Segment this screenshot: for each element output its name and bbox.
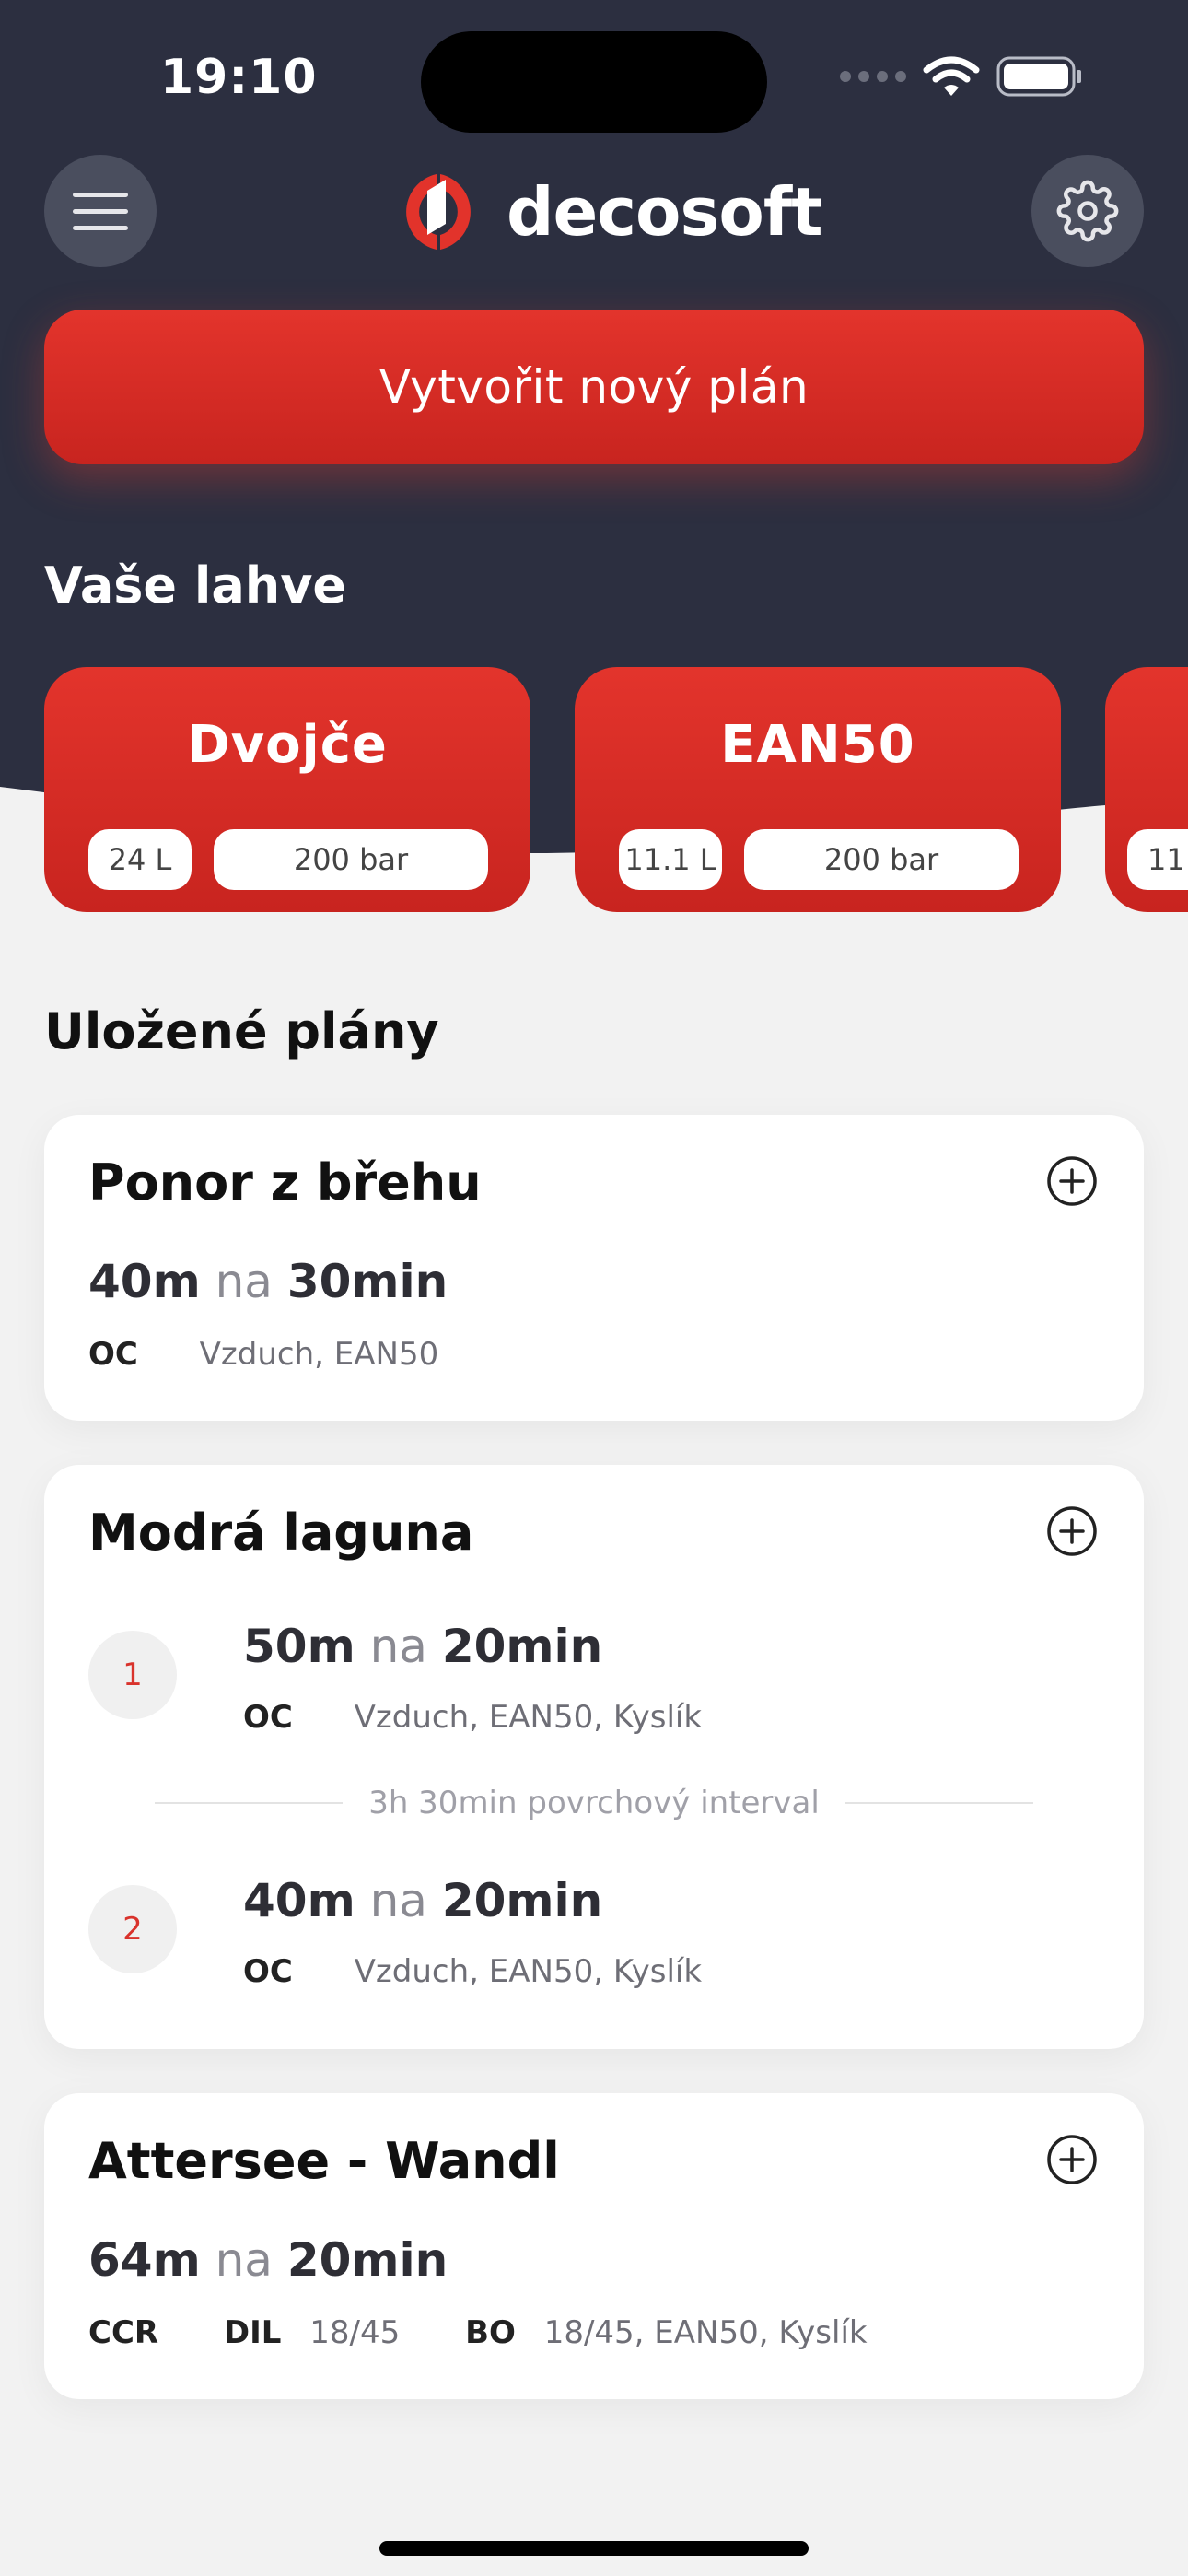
dive-depth: 40m <box>88 1255 201 1308</box>
dive-summary: 64m na 20min <box>88 2233 448 2287</box>
bottle-card[interactable]: Dvojče 24 L 200 bar <box>44 667 530 912</box>
bottle-card[interactable]: EAN50 11.1 L 200 bar <box>575 667 1061 912</box>
divider-line <box>844 1802 1034 1804</box>
dive-depth: 64m <box>88 2233 201 2287</box>
bottle-card[interactable]: 11 <box>1105 667 1188 912</box>
app-name: decosoft <box>507 173 823 251</box>
battery-icon <box>996 56 1081 97</box>
dive-summary: 40m na 30min <box>88 1255 448 1308</box>
settings-button[interactable] <box>1031 155 1144 267</box>
dive-number-badge: 2 <box>88 1885 177 1973</box>
plus-circle-icon[interactable] <box>1046 1155 1098 1207</box>
plus-circle-icon[interactable] <box>1046 2134 1098 2185</box>
dive-details: OC Vzduch, EAN50, Kyslík <box>243 1699 702 1736</box>
bailout-label: BO <box>465 2314 516 2351</box>
bailout-gases: 18/45, EAN50, Kyslík <box>543 2314 868 2351</box>
dive-gases: Vzduch, EAN50, Kyslík <box>354 1699 703 1736</box>
dive-na: na <box>369 1620 427 1673</box>
diluent-label: DIL <box>223 2314 282 2351</box>
dive-na: na <box>215 1255 273 1308</box>
dive-time: 20min <box>441 1620 603 1673</box>
hamburger-icon <box>73 192 128 230</box>
plus-circle-icon[interactable] <box>1046 1505 1098 1557</box>
dive-na: na <box>369 1874 427 1927</box>
plans-section-title: Uložené plány <box>44 1002 439 1060</box>
dynamic-island <box>421 31 767 133</box>
bottle-pressure-badge: 200 bar <box>744 829 1019 890</box>
signal-dots-icon <box>840 71 906 82</box>
dive-details: OC Vzduch, EAN50 <box>88 1336 438 1373</box>
dive-mode: OC <box>243 1953 293 1990</box>
divider-line <box>155 1802 344 1804</box>
plan-name: Ponor z břehu <box>88 1153 482 1212</box>
dive-na: na <box>215 2233 273 2287</box>
dive-mode: OC <box>243 1699 293 1736</box>
diluent-gas: 18/45 <box>309 2314 401 2351</box>
menu-button[interactable] <box>44 155 157 267</box>
bottle-pressure-badge: 200 bar <box>214 829 488 890</box>
bottles-section-title: Vaše lahve <box>44 556 347 615</box>
new-plan-button[interactable]: Vytvořit nový plán <box>44 310 1144 464</box>
bottle-volume-badge: 11 <box>1127 829 1188 890</box>
dive-summary: 40m na 20min <box>243 1874 602 1927</box>
surface-interval-label: 3h 30min povrchový interval <box>368 1785 820 1821</box>
dive-details: OC Vzduch, EAN50, Kyslík <box>243 1953 702 1990</box>
dive-time: 20min <box>286 2233 448 2287</box>
dive-depth: 40m <box>243 1874 355 1927</box>
home-indicator <box>379 2541 809 2556</box>
dive-summary: 50m na 20min <box>243 1620 602 1673</box>
dive-details: CCR DIL 18/45 BO 18/45, EAN50, Kyslík <box>88 2314 868 2351</box>
wifi-icon <box>923 56 980 96</box>
gear-icon <box>1056 180 1119 242</box>
status-time: 19:10 <box>160 50 318 105</box>
plan-name: Attersee - Wandl <box>88 2132 560 2190</box>
decosoft-logo-icon <box>406 174 471 250</box>
dive-gases: Vzduch, EAN50 <box>199 1336 439 1373</box>
bottle-name: Dvojče <box>187 715 388 775</box>
plan-card[interactable]: Attersee - Wandl 64m na 20min CCR DIL 18… <box>44 2093 1144 2399</box>
bottles-carousel[interactable]: Dvojče 24 L 200 bar EAN50 11.1 L 200 bar… <box>44 667 1188 912</box>
dive-depth: 50m <box>243 1620 355 1673</box>
dive-time: 30min <box>286 1255 448 1308</box>
status-icons <box>840 53 1083 100</box>
plan-card[interactable]: Modrá laguna 1 50m na 20min OC Vzduch, E… <box>44 1465 1144 2049</box>
dive-mode: CCR <box>88 2314 159 2351</box>
plan-name: Modrá laguna <box>88 1504 474 1562</box>
plan-card[interactable]: Ponor z břehu 40m na 30min OC Vzduch, EA… <box>44 1115 1144 1421</box>
dive-mode: OC <box>88 1336 138 1373</box>
app-logo: decosoft <box>394 166 823 258</box>
bottle-volume-badge: 24 L <box>88 829 192 890</box>
bottle-volume-badge: 11.1 L <box>619 829 722 890</box>
dive-time: 20min <box>441 1874 603 1927</box>
bottle-name: EAN50 <box>720 715 915 775</box>
dive-number-badge: 1 <box>88 1631 177 1719</box>
surface-interval-divider: 3h 30min povrchový interval <box>155 1780 1034 1826</box>
dive-gases: Vzduch, EAN50, Kyslík <box>354 1953 703 1990</box>
